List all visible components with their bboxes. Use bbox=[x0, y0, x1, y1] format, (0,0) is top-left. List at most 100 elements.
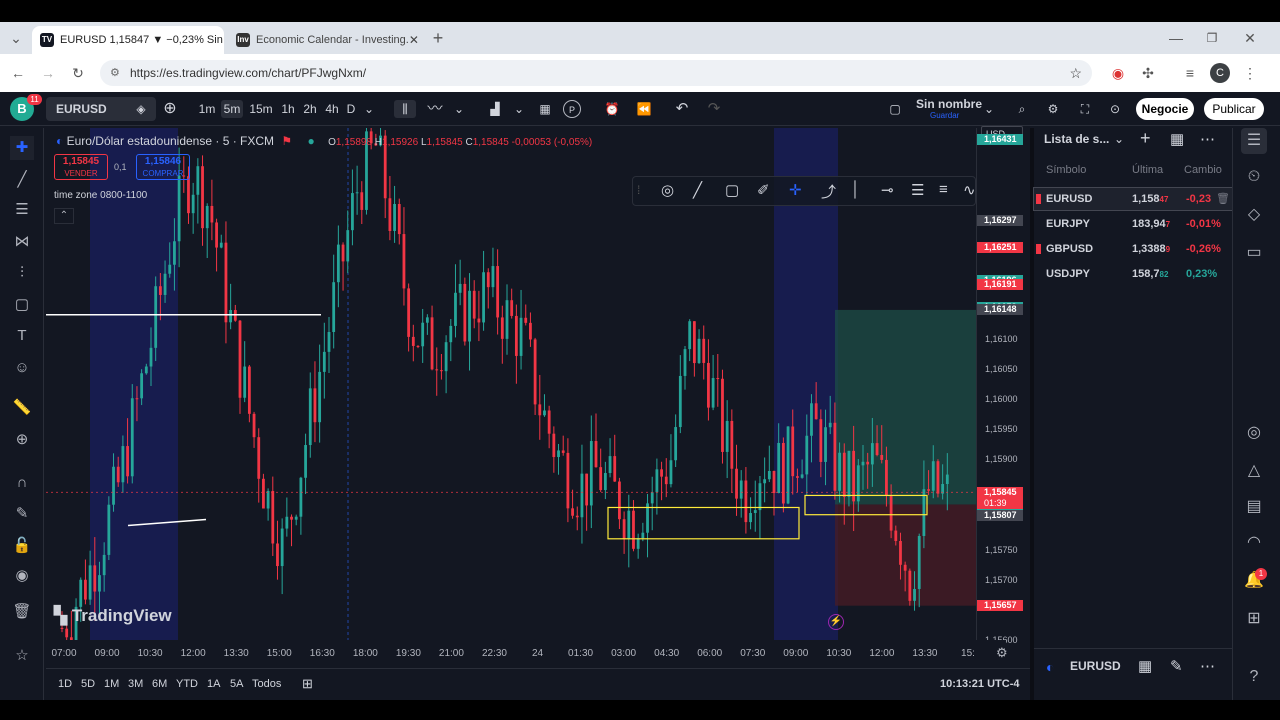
publish-button[interactable]: Publicar bbox=[1204, 98, 1264, 120]
tab-close-icon[interactable]: ✕ bbox=[409, 33, 418, 47]
rectangle-tool-icon[interactable]: ▢ bbox=[725, 181, 739, 199]
chart-title[interactable]: Euro/Dólar estadounidense · 5 · FXCM bbox=[67, 134, 274, 148]
brush-tool-icon[interactable]: ✐ bbox=[757, 181, 770, 199]
new-tab-icon[interactable]: + bbox=[428, 28, 448, 48]
buy-button[interactable]: 1,15846 COMPRAR bbox=[136, 154, 190, 180]
ideas-icon[interactable]: △ bbox=[1241, 458, 1267, 484]
extensions-puzzle-icon[interactable]: ✣ bbox=[1138, 63, 1158, 83]
zoom-in-icon[interactable]: ⊕ bbox=[10, 428, 34, 452]
back-icon[interactable]: ← bbox=[8, 63, 28, 83]
interval-d[interactable]: D bbox=[344, 100, 358, 118]
flag-icon[interactable]: ⚑ bbox=[281, 134, 292, 148]
range-ytd[interactable]: YTD bbox=[176, 678, 198, 690]
browser-tab-tradingview[interactable]: TV EURUSD 1,15847 ▼ −0,23% Sin ✕ bbox=[32, 26, 224, 54]
minimize-icon[interactable]: — bbox=[1166, 28, 1186, 48]
ruler-icon[interactable]: 📏 bbox=[10, 396, 34, 420]
interval-5m[interactable]: 5m bbox=[221, 100, 243, 118]
window-close-icon[interactable]: ✕ bbox=[1240, 28, 1260, 48]
drag-handle-icon[interactable]: ⁞ bbox=[637, 183, 640, 197]
path-tool-icon[interactable]: ⤴ bbox=[821, 181, 836, 202]
chat-icon[interactable]: ▭ bbox=[1241, 240, 1267, 266]
cross-tool-icon[interactable]: ✛ bbox=[789, 181, 802, 199]
trend-line-icon[interactable]: ╱ bbox=[10, 168, 34, 192]
indicator-label[interactable]: time zone 0800-1100 bbox=[54, 190, 147, 201]
visibility-eye-icon[interactable]: ◉ bbox=[10, 564, 34, 588]
watchlist-row[interactable]: GBPUSD 1,33889 -0,26% bbox=[1034, 238, 1232, 260]
candles-icon[interactable]: ⫼ bbox=[394, 100, 416, 118]
profile-avatar[interactable]: C bbox=[1210, 63, 1230, 83]
lock-icon[interactable]: 🔓 bbox=[10, 534, 34, 558]
interval-2h[interactable]: 2h bbox=[301, 100, 319, 118]
chart-pane[interactable]: ◐ Euro/Dólar estadounidense · 5 · FXCM ⚑… bbox=[46, 128, 976, 640]
clock-timezone[interactable]: 10:13:21 UTC-4 bbox=[940, 678, 1019, 690]
price-axis[interactable]: USD⌄ 1,161001,160501,160001,159501,15900… bbox=[976, 126, 1028, 645]
snapshot-camera-icon[interactable]: ⊙ bbox=[1105, 100, 1125, 118]
target-rail-icon[interactable]: ◎ bbox=[1241, 420, 1267, 446]
shapes-icon[interactable]: ▢ bbox=[10, 293, 34, 317]
magnet-icon[interactable]: ∩ bbox=[10, 471, 34, 495]
trade-button[interactable]: Negocie bbox=[1136, 98, 1194, 120]
sell-button[interactable]: 1,15845 VENDER bbox=[54, 154, 108, 180]
replay-icon[interactable]: ⏪ bbox=[634, 100, 654, 118]
edit-note-icon[interactable]: ✎ bbox=[1170, 657, 1183, 675]
range-5a[interactable]: 5A bbox=[230, 678, 243, 690]
interval-1h[interactable]: 1h bbox=[279, 100, 297, 118]
interval-4h[interactable]: 4h bbox=[323, 100, 341, 118]
crosshair-icon[interactable]: ✚ bbox=[10, 136, 34, 160]
lines-menu-icon[interactable]: ☰ bbox=[911, 181, 924, 199]
watchlist-title[interactable]: Lista de s... bbox=[1044, 132, 1109, 146]
watchlist-rail-icon[interactable]: ☰ bbox=[1241, 128, 1267, 154]
range-1a[interactable]: 1A bbox=[207, 678, 220, 690]
date-range-icon[interactable]: ⊞ bbox=[302, 676, 313, 692]
watchlist-layout-icon[interactable]: ▦ bbox=[1170, 130, 1184, 148]
pattern-tools-icon[interactable]: ⋈ bbox=[10, 230, 34, 254]
watchlist-row[interactable]: USDJPY 158,782 0,23% bbox=[1034, 263, 1232, 285]
templates-icon[interactable]: ▦ bbox=[535, 100, 555, 118]
help-icon[interactable]: ? bbox=[1241, 664, 1267, 690]
alerts-clock-icon[interactable]: ⏲ bbox=[1241, 164, 1267, 190]
indicators-icon[interactable]: ▟ bbox=[484, 100, 506, 118]
calendar-icon[interactable]: ▤ bbox=[1241, 494, 1267, 520]
range-3m[interactable]: 3M bbox=[128, 678, 143, 690]
range-all[interactable]: Todos bbox=[252, 678, 281, 690]
layout-checkbox-icon[interactable]: ▢ bbox=[886, 100, 904, 118]
forward-icon[interactable]: → bbox=[38, 63, 58, 83]
watchlist-dropdown-icon[interactable]: ⌄ bbox=[1114, 132, 1124, 146]
alert-icon[interactable]: ⏰ bbox=[602, 100, 622, 118]
tab-search-icon[interactable]: ⌄ bbox=[6, 28, 26, 48]
row-delete-icon[interactable]: 🗑 bbox=[1216, 188, 1230, 210]
media-icon[interactable]: ≡ bbox=[1180, 63, 1200, 83]
text-tool-icon[interactable]: T bbox=[10, 324, 34, 348]
undo-icon[interactable]: ↶ bbox=[672, 100, 692, 118]
compare-icon[interactable]: ◈ bbox=[132, 100, 150, 118]
col-change[interactable]: Cambio bbox=[1184, 164, 1228, 176]
layers-icon[interactable]: ◇ bbox=[1241, 202, 1267, 228]
footer-more-icon[interactable]: ⋯ bbox=[1200, 657, 1215, 675]
streams-icon[interactable]: ◠ bbox=[1241, 530, 1267, 556]
tab-close-icon[interactable]: ✕ bbox=[223, 33, 224, 47]
indicators-dropdown-icon[interactable]: ⌄ bbox=[512, 100, 526, 118]
footer-symbol[interactable]: EURUSD bbox=[1070, 659, 1121, 673]
pine-icon[interactable]: P bbox=[563, 100, 581, 118]
watchlist-more-icon[interactable]: ⋯ bbox=[1200, 130, 1215, 148]
settings-gear-icon[interactable]: ⚙ bbox=[1043, 100, 1063, 118]
layout-dropdown-icon[interactable]: ⌄ bbox=[982, 100, 996, 118]
layout-name[interactable]: Sin nombre bbox=[916, 97, 982, 111]
site-info-icon[interactable]: ⚙ bbox=[110, 60, 120, 86]
wave-tool-icon[interactable]: ∿ bbox=[963, 181, 976, 199]
watchlist-row[interactable]: EURUSD 1,15847 -0,23 🗑 bbox=[1033, 187, 1233, 211]
extension-icon[interactable]: ◉ bbox=[1108, 63, 1128, 83]
range-5d[interactable]: 5D bbox=[81, 678, 95, 690]
url-input[interactable]: ⚙ https://es.tradingview.com/chart/PFJwg… bbox=[100, 60, 1092, 86]
range-1m[interactable]: 1M bbox=[104, 678, 119, 690]
interval-dropdown-icon[interactable]: ⌄ bbox=[362, 100, 376, 118]
bookmark-star-icon[interactable]: ☆ bbox=[1069, 60, 1082, 86]
redo-icon[interactable]: ↷ bbox=[704, 100, 724, 118]
horizontal-lines-icon[interactable]: ☰ bbox=[10, 198, 34, 222]
col-last[interactable]: Última bbox=[1132, 164, 1163, 176]
chart-type-dropdown-icon[interactable]: ⌄ bbox=[452, 100, 466, 118]
apps-grid-icon[interactable]: ⊞ bbox=[1241, 606, 1267, 632]
add-symbol-plus-icon[interactable]: + bbox=[1140, 128, 1151, 149]
fullscreen-icon[interactable]: ⛶ bbox=[1075, 100, 1095, 118]
favorites-star-icon[interactable]: ☆ bbox=[10, 644, 34, 668]
